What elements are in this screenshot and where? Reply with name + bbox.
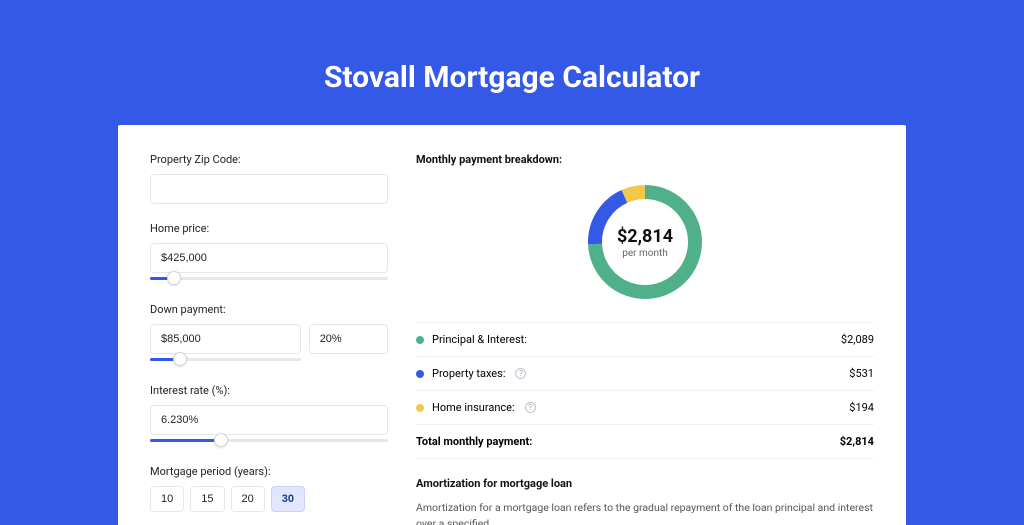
donut-sub: per month: [622, 248, 668, 259]
home-price-group: Home price:: [150, 222, 388, 285]
legend-label: Property taxes:: [432, 367, 505, 380]
legend-label: Principal & Interest:: [432, 333, 527, 346]
down-payment-group: Down payment:: [150, 303, 388, 366]
legend-total-label: Total monthly payment:: [416, 435, 532, 448]
period-btn-15[interactable]: 15: [190, 486, 224, 512]
zip-field-group: Property Zip Code:: [150, 153, 388, 204]
interest-rate-input[interactable]: [150, 405, 388, 435]
zip-input[interactable]: [150, 174, 388, 204]
legend-dot: [416, 370, 424, 378]
form-panel: Property Zip Code: Home price: Down paym…: [150, 153, 388, 525]
zip-label: Property Zip Code:: [150, 153, 388, 166]
legend: Principal & Interest: $2,089 Property taxe…: [416, 322, 874, 459]
interest-rate-label: Interest rate (%):: [150, 384, 388, 397]
info-icon[interactable]: ?: [515, 368, 526, 379]
legend-row: Principal & Interest: $2,089: [416, 323, 874, 357]
donut-chart: $2,814 per month: [583, 180, 707, 304]
legend-row: Property taxes:? $531: [416, 357, 874, 391]
home-price-input[interactable]: [150, 243, 388, 273]
breakdown-title: Monthly payment breakdown:: [416, 153, 874, 166]
legend-dot: [416, 336, 424, 344]
down-payment-label: Down payment:: [150, 303, 388, 316]
slider-thumb[interactable]: [173, 352, 187, 366]
home-price-slider[interactable]: [150, 275, 388, 285]
down-payment-slider[interactable]: [150, 356, 301, 366]
interest-rate-slider[interactable]: [150, 437, 388, 447]
donut-amount: $2,814: [617, 226, 673, 247]
legend-amount: $2,089: [841, 333, 874, 346]
interest-rate-group: Interest rate (%):: [150, 384, 388, 447]
info-icon[interactable]: ?: [525, 402, 536, 413]
down-payment-pct-input[interactable]: [309, 324, 388, 354]
period-btn-10[interactable]: 10: [150, 486, 184, 512]
page-title: Stovall Mortgage Calculator: [0, 0, 1024, 125]
legend-total-amount: $2,814: [840, 435, 874, 448]
home-price-label: Home price:: [150, 222, 388, 235]
legend-total-row: Total monthly payment: $2,814: [416, 425, 874, 459]
calculator-card: Property Zip Code: Home price: Down paym…: [118, 125, 906, 525]
mortgage-period-label: Mortgage period (years):: [150, 465, 388, 478]
period-options: 1015 2030: [150, 486, 388, 512]
legend-amount: $194: [849, 401, 874, 414]
period-btn-30[interactable]: 30: [271, 486, 305, 512]
slider-thumb[interactable]: [214, 433, 228, 447]
amortization-section: Amortization for mortgage loan Amortizat…: [416, 477, 874, 525]
amortization-text: Amortization for a mortgage loan refers …: [416, 500, 874, 525]
legend-label: Home insurance:: [432, 401, 515, 414]
slider-thumb[interactable]: [167, 271, 181, 285]
mortgage-period-group: Mortgage period (years): 1015 2030: [150, 465, 388, 512]
donut-chart-wrap: $2,814 per month: [416, 180, 874, 304]
amortization-title: Amortization for mortgage loan: [416, 477, 874, 490]
results-panel: Monthly payment breakdown: $2,814 per mo…: [416, 153, 874, 525]
legend-amount: $531: [849, 367, 874, 380]
period-btn-20[interactable]: 20: [231, 486, 265, 512]
down-payment-input[interactable]: [150, 324, 301, 354]
legend-row: Home insurance:? $194: [416, 391, 874, 425]
legend-dot: [416, 404, 424, 412]
